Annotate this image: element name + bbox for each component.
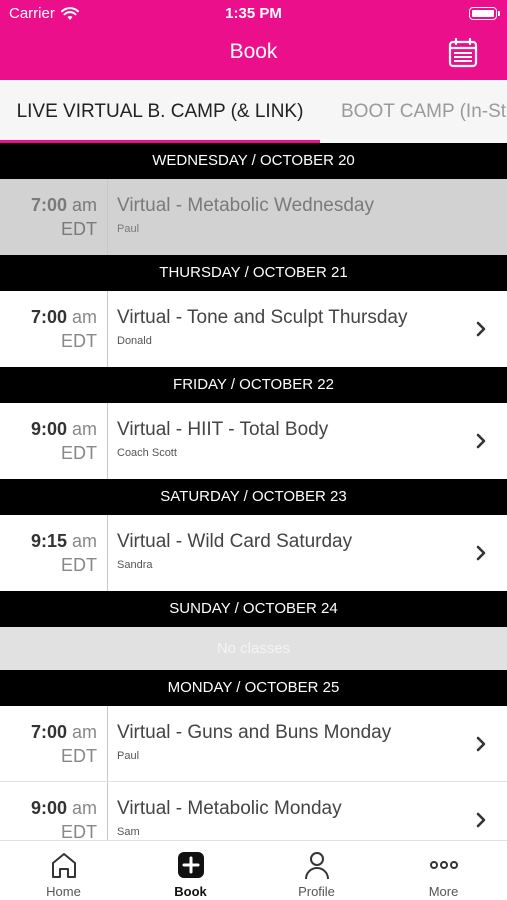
time-zone: EDT [61, 555, 97, 575]
tab-live-virtual-boot-camp[interactable]: LIVE VIRTUAL B. CAMP (& LINK) [0, 80, 320, 143]
tab-label: Home [46, 884, 81, 899]
status-time: 1:35 PM [225, 5, 282, 22]
tab-boot-camp-in-studio[interactable]: BOOT CAMP (In-St [341, 80, 506, 143]
tab-label: More [428, 884, 459, 899]
class-row[interactable]: 9:00 am EDT Virtual - Metabolic Monday S… [0, 782, 507, 840]
chevron-right-icon[interactable] [475, 433, 487, 449]
class-info: Virtual - Guns and Buns Monday Paul [117, 722, 391, 762]
time-ampm: am [71, 798, 97, 818]
time-value: 7:00 [30, 195, 67, 215]
time-ampm: am [71, 419, 97, 439]
chevron-right-icon[interactable] [475, 321, 487, 337]
class-name: Virtual - Guns and Buns Monday [117, 722, 392, 743]
instructor-name: Sam [117, 826, 140, 838]
calendar-icon[interactable] [447, 37, 479, 69]
time-value: 9:00 [30, 798, 67, 818]
day-header: MONDAY / OCTOBER 25 [0, 670, 507, 706]
class-name: Virtual - Wild Card Saturday [117, 531, 353, 552]
class-row[interactable]: 9:00 am EDT Virtual - HIIT - Total Body … [0, 403, 507, 479]
time-zone: EDT [61, 443, 97, 463]
tab-book[interactable]: Book [127, 841, 254, 900]
time-ampm: am [71, 531, 97, 551]
bottom-tab-bar: Home Book Profile More [0, 840, 507, 900]
time-zone: EDT [61, 331, 97, 351]
chevron-right-icon[interactable] [475, 812, 487, 828]
tab-profile[interactable]: Profile [253, 841, 380, 900]
class-info: Virtual - Wild Card Saturday Sandra [117, 531, 352, 571]
time-ampm: am [71, 195, 97, 215]
chevron-right-icon[interactable] [475, 736, 487, 752]
time-value: 7:00 [30, 722, 67, 742]
day-header: THURSDAY / OCTOBER 21 [0, 255, 507, 291]
tab-more[interactable]: More [380, 841, 507, 900]
tab-label: Book [174, 884, 207, 899]
battery-icon [469, 7, 500, 20]
home-icon [51, 853, 76, 878]
row-divider [107, 515, 108, 591]
app-header: Carrier 1:35 PM Book [0, 0, 507, 80]
instructor-name: Sandra [117, 559, 153, 571]
time-zone: EDT [61, 822, 97, 840]
row-divider [107, 403, 108, 479]
person-icon [304, 852, 329, 880]
class-row[interactable]: 7:00 am EDT Virtual - Guns and Buns Mond… [0, 706, 507, 782]
time-value: 7:00 [30, 307, 67, 327]
day-header: SATURDAY / OCTOBER 23 [0, 479, 507, 515]
tab-label: Profile [298, 884, 335, 899]
row-divider [107, 179, 108, 255]
time-ampm: am [71, 307, 97, 327]
class-name: Virtual - Tone and Sculpt Thursday [117, 307, 408, 328]
time-zone: EDT [61, 219, 97, 239]
class-row[interactable]: 9:15 am EDT Virtual - Wild Card Saturday… [0, 515, 507, 591]
class-schedule[interactable]: WEDNESDAY / OCTOBER 20 7:00 am EDT Virtu… [0, 143, 507, 840]
time-value: 9:15 [30, 531, 67, 551]
status-bar: Carrier 1:35 PM [0, 0, 507, 28]
day-header: FRIDAY / OCTOBER 22 [0, 367, 507, 403]
day-header: SUNDAY / OCTOBER 24 [0, 591, 507, 627]
class-name: Virtual - Metabolic Wednesday [117, 195, 374, 216]
class-info: Virtual - Tone and Sculpt Thursday Donal… [117, 307, 407, 347]
instructor-name: Paul [117, 750, 140, 762]
class-info: Virtual - Metabolic Monday Sam [117, 798, 342, 838]
class-row[interactable]: 7:00 am EDT Virtual - Tone and Sculpt Th… [0, 291, 507, 367]
class-info: Virtual - HIIT - Total Body Coach Scott [117, 419, 328, 459]
page-title: Book [229, 40, 278, 63]
row-divider [107, 782, 108, 840]
chevron-right-icon[interactable] [475, 545, 487, 561]
no-classes-message: No classes [0, 627, 507, 670]
more-icon [429, 861, 458, 869]
time-ampm: am [71, 722, 97, 742]
row-divider [107, 291, 108, 367]
instructor-name: Paul [117, 223, 140, 235]
class-info: Virtual - Metabolic Wednesday Paul [117, 195, 374, 235]
plus-icon [177, 852, 204, 878]
time-zone: EDT [61, 746, 97, 766]
time-value: 9:00 [30, 419, 67, 439]
class-row[interactable]: 7:00 am EDT Virtual - Metabolic Wednesda… [0, 179, 507, 255]
class-name: Virtual - Metabolic Monday [117, 798, 342, 819]
instructor-name: Donald [117, 335, 152, 347]
class-name: Virtual - HIIT - Total Body [117, 419, 329, 440]
category-tabs: LIVE VIRTUAL B. CAMP (& LINK) BOOT CAMP … [0, 80, 507, 143]
tab-home[interactable]: Home [0, 841, 127, 900]
day-header: WEDNESDAY / OCTOBER 20 [0, 143, 507, 179]
row-divider [107, 706, 108, 781]
instructor-name: Coach Scott [117, 447, 177, 459]
